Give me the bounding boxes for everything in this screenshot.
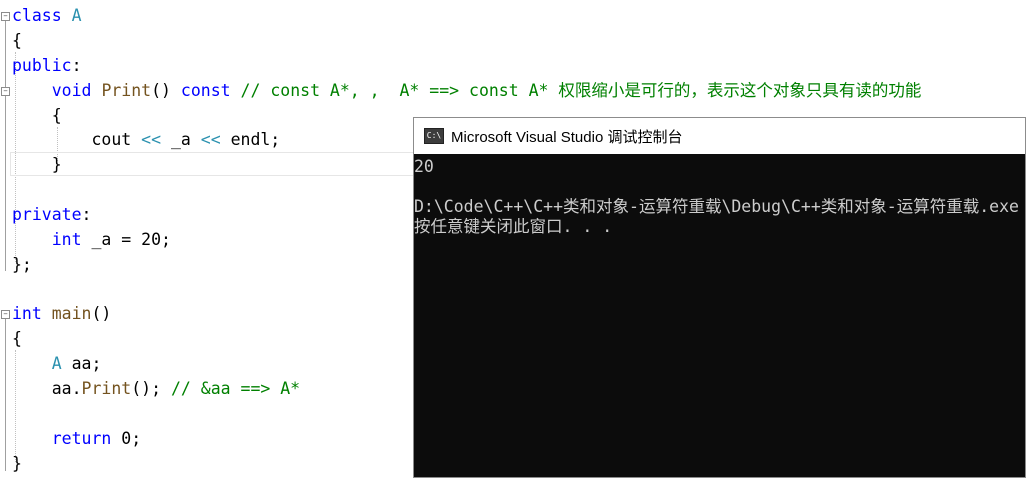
code-token: << — [141, 130, 162, 149]
code-token: main — [51, 304, 92, 323]
console-output-line: 20 — [414, 157, 434, 176]
code-token: } — [12, 454, 22, 473]
code-token: const — [180, 81, 231, 100]
code-token: Print — [81, 379, 132, 398]
code-token: { — [12, 329, 22, 348]
code-token: private — [12, 205, 82, 224]
code-token: 0; — [111, 429, 142, 448]
code-token: << — [200, 130, 221, 149]
code-token: aa; — [61, 354, 102, 373]
code-token: endl; — [220, 130, 281, 149]
code-line[interactable]: { — [12, 327, 22, 351]
code-token: () — [91, 304, 112, 323]
code-token: void — [51, 81, 92, 100]
code-line[interactable]: A aa; — [12, 352, 102, 376]
code-token: class — [12, 6, 62, 25]
code-line[interactable]: } — [12, 452, 22, 476]
code-token: // const A*, , A* ==> const A* 权限缩小是可行的，… — [240, 81, 922, 100]
code-token: public — [12, 56, 72, 75]
code-line[interactable]: cout << _a << endl; — [12, 128, 280, 152]
code-line[interactable]: aa.Print(); // &aa ==> A* — [12, 377, 300, 401]
code-line[interactable]: private: — [12, 203, 91, 227]
code-token: _a — [161, 130, 201, 149]
code-line[interactable]: return 0; — [12, 427, 141, 451]
console-app-icon: C:\ — [424, 128, 444, 144]
fold-toggle-print[interactable]: − — [1, 87, 10, 96]
code-token: }; — [12, 255, 32, 274]
code-line[interactable]: } — [12, 153, 62, 177]
console-title-bar[interactable]: C:\ Microsoft Visual Studio 调试控制台 — [414, 118, 1025, 154]
debug-console-window[interactable]: C:\ Microsoft Visual Studio 调试控制台 20 D:\… — [413, 117, 1026, 478]
current-line-highlight — [10, 152, 414, 176]
code-line[interactable]: { — [12, 104, 62, 128]
code-line[interactable]: }; — [12, 253, 32, 277]
code-token: { — [12, 106, 62, 125]
fold-toggle-class[interactable]: − — [1, 12, 10, 21]
fold-line-print — [5, 96, 6, 176]
code-line[interactable]: class A — [12, 4, 82, 28]
fold-line-main — [5, 319, 6, 471]
code-token: return — [51, 429, 112, 448]
console-title: Microsoft Visual Studio 调试控制台 — [451, 128, 683, 146]
code-line[interactable]: int _a = 20; — [12, 228, 171, 252]
code-line[interactable]: int main() — [12, 302, 111, 326]
code-token: cout — [12, 130, 142, 149]
code-token: int — [51, 230, 82, 249]
code-token: // &aa ==> A* — [170, 379, 301, 398]
code-token: Print — [101, 81, 152, 100]
fold-toggle-main[interactable]: − — [1, 310, 10, 319]
code-token: A — [51, 354, 62, 373]
code-line[interactable]: public: — [12, 54, 82, 78]
code-token: : — [71, 56, 82, 75]
code-token: _a = 20; — [81, 230, 171, 249]
code-token: : — [81, 205, 92, 224]
code-token: } — [12, 155, 62, 174]
console-output-line: D:\Code\C++\C++类和对象-运算符重载\Debug\C++类和对象-… — [414, 197, 1019, 216]
code-token: (); — [131, 379, 171, 398]
code-token: A — [71, 6, 82, 25]
code-token: int — [12, 304, 42, 323]
console-output-line: 按任意键关闭此窗口. . . — [414, 217, 613, 236]
code-line[interactable]: void Print() const // const A*, , A* ==>… — [12, 79, 922, 103]
code-token: aa. — [12, 379, 82, 398]
code-token: () — [151, 81, 181, 100]
code-line[interactable]: { — [12, 29, 22, 53]
code-token: { — [12, 31, 22, 50]
